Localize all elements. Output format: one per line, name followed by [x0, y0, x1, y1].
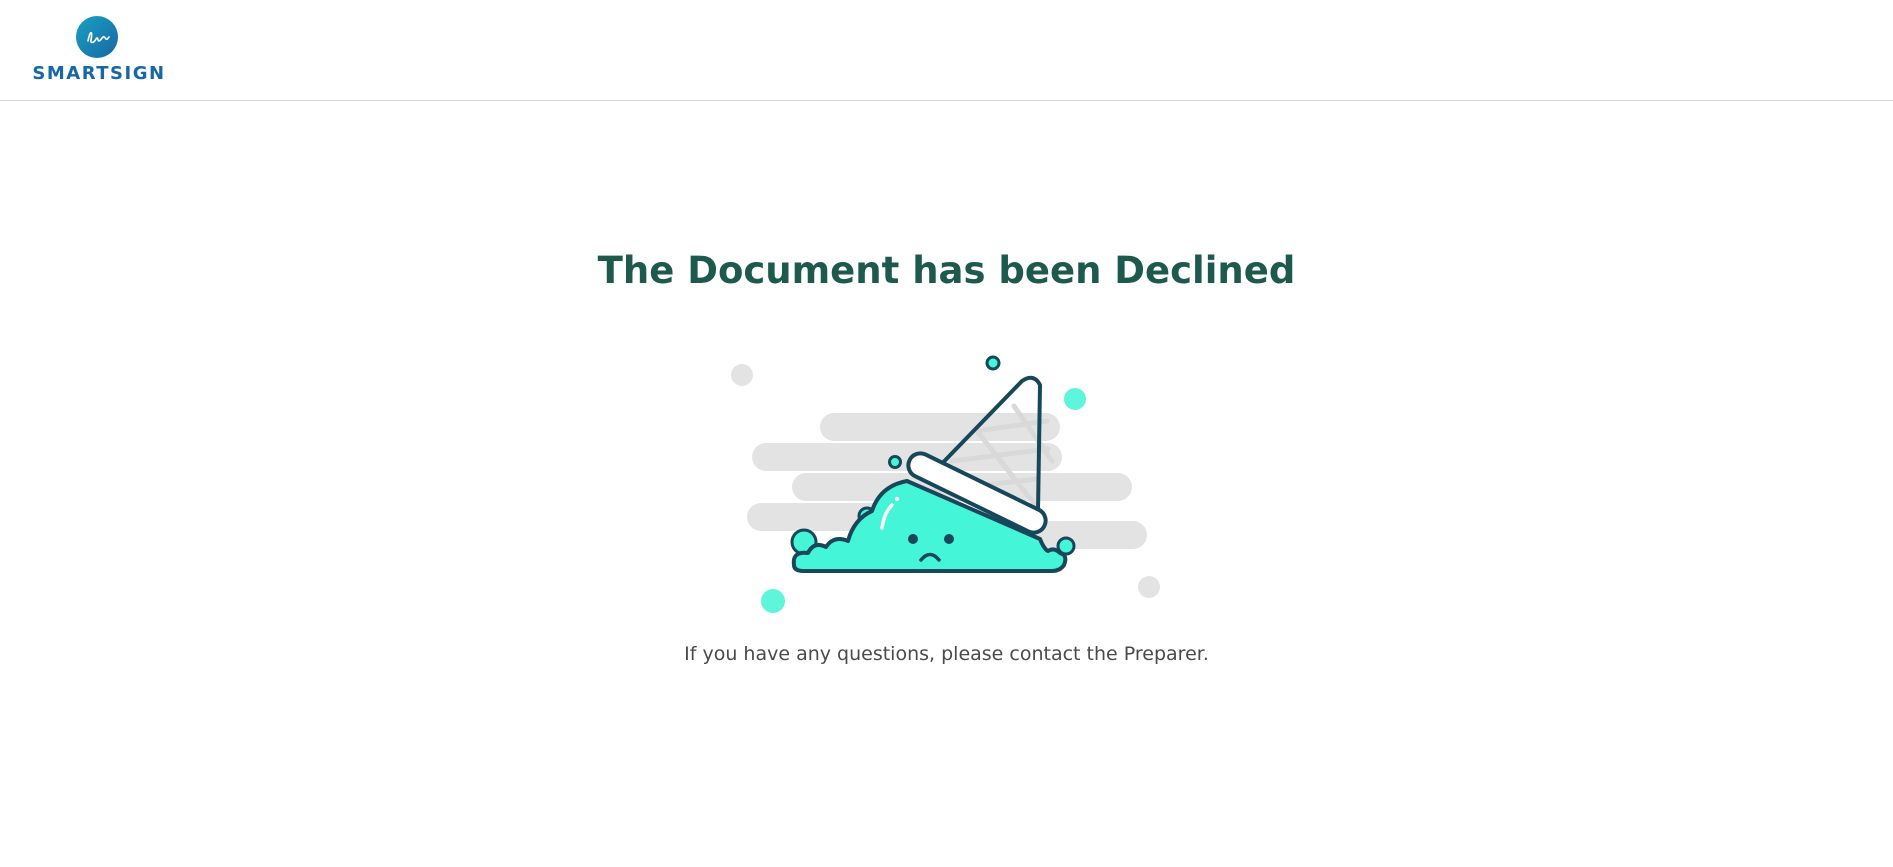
smartsign-logo[interactable]: SMARTSIGN — [28, 16, 170, 86]
main-content: The Document has been Declined If you ha… — [0, 101, 1893, 867]
top-header: SMARTSIGN — [0, 0, 1893, 101]
dropped-ice-cream-icon — [731, 355, 1160, 613]
brand-name: SMARTSIGN — [32, 63, 166, 84]
signature-logo-icon — [76, 16, 118, 58]
page-title: The Document has been Declined — [597, 249, 1296, 292]
contact-preparer-message: If you have any questions, please contac… — [684, 643, 1209, 665]
